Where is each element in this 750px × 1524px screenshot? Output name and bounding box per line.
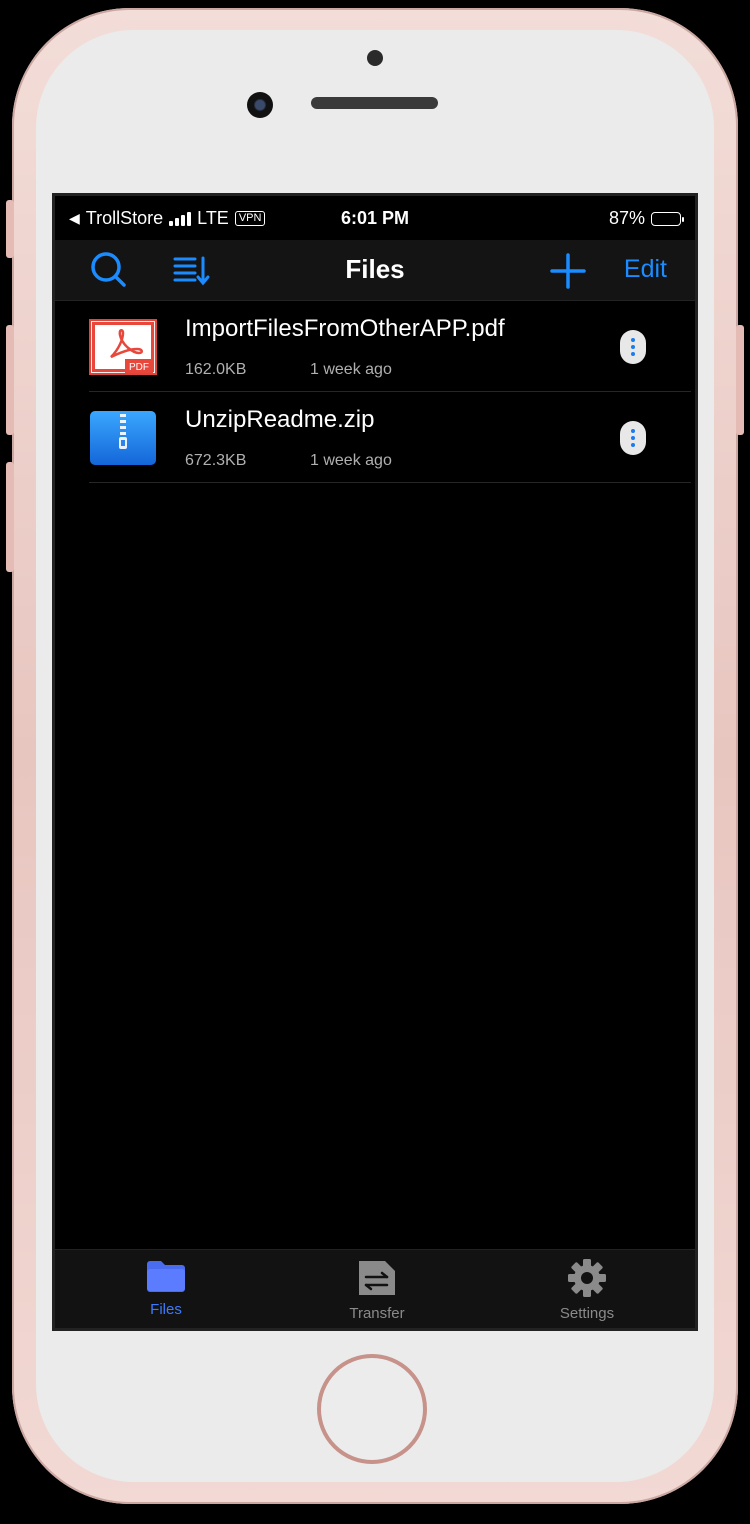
more-options-button[interactable]	[620, 421, 646, 455]
file-size: 672.3KB	[185, 452, 247, 469]
tab-files[interactable]: Files	[106, 1258, 226, 1318]
file-modified: 1 week ago	[310, 452, 392, 469]
folder-icon	[145, 1261, 187, 1298]
gear-icon	[567, 1259, 607, 1302]
tab-settings[interactable]: Settings	[527, 1258, 647, 1322]
file-row[interactable]: PDF ImportFilesFromOtherAPP.pdf 162.0KB …	[55, 301, 695, 392]
battery-icon	[651, 211, 684, 226]
file-size: 162.0KB	[185, 361, 247, 378]
edit-button[interactable]: Edit	[624, 255, 667, 284]
page-title: Files	[345, 254, 405, 284]
proximity-sensor	[367, 50, 383, 66]
status-right: 87%	[608, 208, 684, 229]
screen: ◀ TrollStore LTE VPN 6:01 PM 87% Files E…	[52, 193, 698, 1331]
tab-label: Files	[150, 1301, 182, 1318]
plus-icon[interactable]	[549, 252, 587, 295]
file-name: UnzipReadme.zip	[185, 406, 375, 433]
home-button[interactable]	[317, 1354, 427, 1464]
volume-down-button	[6, 462, 14, 572]
more-options-button[interactable]	[620, 330, 646, 364]
battery-percent: 87%	[608, 208, 645, 228]
volume-up-button	[6, 325, 14, 435]
zip-icon	[89, 410, 157, 466]
file-row[interactable]: UnzipReadme.zip 672.3KB 1 week ago	[55, 392, 695, 483]
pdf-badge-label: PDF	[129, 362, 149, 373]
mute-switch	[6, 200, 14, 258]
transfer-icon	[356, 1261, 398, 1302]
file-modified: 1 week ago	[310, 361, 392, 378]
status-time: 6:01 PM	[340, 208, 410, 228]
row-divider	[89, 482, 691, 483]
pdf-icon: PDF	[89, 319, 157, 375]
status-bar: ◀ TrollStore LTE VPN 6:01 PM 87%	[55, 196, 695, 240]
tab-bar: Files Transfer Settings	[55, 1249, 695, 1328]
file-name: ImportFilesFromOtherAPP.pdf	[185, 315, 505, 342]
power-button	[736, 325, 744, 435]
earpiece-speaker	[311, 97, 438, 109]
front-camera	[247, 92, 273, 118]
navigation-bar: Files Edit	[55, 240, 695, 301]
tab-transfer[interactable]: Transfer	[317, 1258, 437, 1322]
tab-label: Settings	[559, 1305, 615, 1322]
tab-label: Transfer	[349, 1305, 405, 1322]
